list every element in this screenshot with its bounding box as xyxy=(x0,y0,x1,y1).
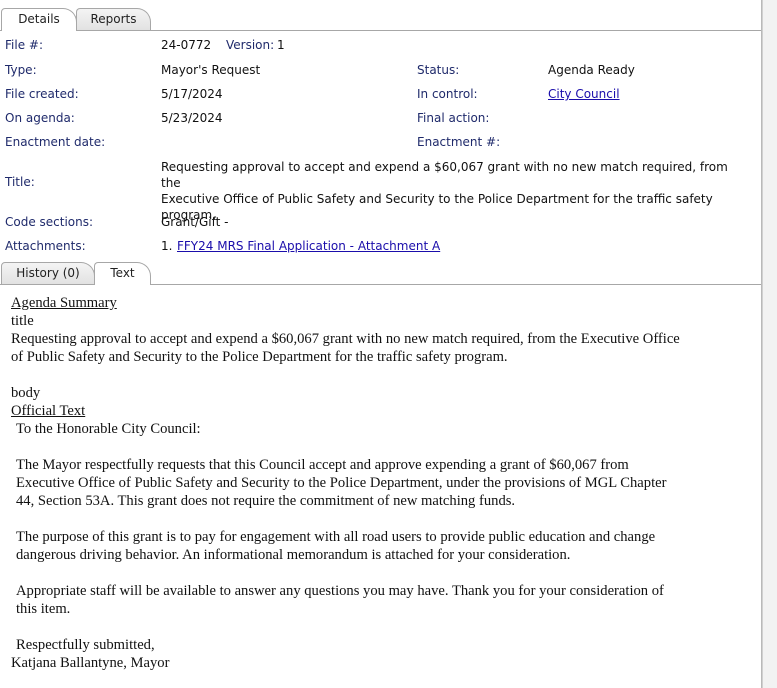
row-code-sections: Code sections: Grant/Gift - xyxy=(0,215,761,237)
para1-line-1: The Mayor respectfully requests that thi… xyxy=(16,457,629,473)
summary-line-2: of Public Safety and Security to the Pol… xyxy=(11,349,508,365)
para1-line-3: 44, Section 53A. This grant does not req… xyxy=(16,493,516,509)
title-line-2: Executive Office of Public Safety and Se… xyxy=(161,192,713,206)
title-marker: title xyxy=(11,313,34,329)
official-text-heading: Official Text xyxy=(11,403,86,419)
body-marker: body xyxy=(11,385,41,401)
file-number-value: 24-0772 xyxy=(161,38,212,52)
row-file-number: File #: 24-0772 Version: 1 xyxy=(0,38,761,60)
para2-line-2: dangerous driving behavior. An informati… xyxy=(16,547,571,563)
title-line-1: Requesting approval to accept and expend… xyxy=(161,160,728,190)
row-on-agenda: On agenda: 5/23/2024 Final action: xyxy=(0,111,761,133)
tab-details[interactable]: Details xyxy=(1,8,77,31)
vertical-scrollbar[interactable] xyxy=(762,0,777,688)
attachment-index: 1. xyxy=(161,239,173,253)
text-tabstrip: History (0) Text xyxy=(0,260,761,285)
summary-line-1: Requesting approval to accept and expend… xyxy=(11,331,680,347)
code-sections-value: Grant/Gift - xyxy=(161,215,229,229)
file-number-label: File #: xyxy=(5,38,43,52)
file-created-value: 5/17/2024 xyxy=(161,87,223,101)
on-agenda-value: 5/23/2024 xyxy=(161,111,223,125)
status-value: Agenda Ready xyxy=(548,63,635,77)
title-value: Requesting approval to accept and expend… xyxy=(161,159,751,223)
code-sections-label: Code sections: xyxy=(5,215,94,229)
version-value: 1 xyxy=(277,38,285,52)
version-label: Version: xyxy=(226,38,275,52)
attachments-label: Attachments: xyxy=(5,239,86,253)
attachment-link[interactable]: FFY24 MRS Final Application - Attachment… xyxy=(177,239,440,253)
in-control-link[interactable]: City Council xyxy=(548,87,620,101)
para2-line-1: The purpose of this grant is to pay for … xyxy=(16,529,656,545)
signature: Katjana Ballantyne, Mayor xyxy=(11,655,170,671)
status-label: Status: xyxy=(417,63,460,77)
tab-history[interactable]: History (0) xyxy=(1,262,95,284)
salutation: To the Honorable City Council: xyxy=(16,421,201,437)
legislation-detail-panel: Details Reports File #: 24-0772 Version:… xyxy=(0,0,762,688)
tab-reports[interactable]: Reports xyxy=(76,8,151,30)
enactment-number-label: Enactment #: xyxy=(417,135,501,149)
on-agenda-label: On agenda: xyxy=(5,111,75,125)
title-label: Title: xyxy=(5,175,35,189)
enactment-date-label: Enactment date: xyxy=(5,135,106,149)
row-attachments: Attachments: 1. FFY24 MRS Final Applicat… xyxy=(0,239,761,261)
para1-line-2: Executive Office of Public Safety and Se… xyxy=(16,475,667,491)
agenda-summary-heading: Agenda Summary xyxy=(11,295,117,311)
para3-line-2: this item. xyxy=(16,601,71,617)
detail-tabstrip: Details Reports xyxy=(0,6,761,31)
row-type: Type: Mayor's Request Status: Agenda Rea… xyxy=(0,63,761,85)
type-label: Type: xyxy=(5,63,37,77)
in-control-label: In control: xyxy=(417,87,478,101)
type-value: Mayor's Request xyxy=(161,63,261,77)
final-action-label: Final action: xyxy=(417,111,490,125)
closing: Respectfully submitted, xyxy=(16,637,155,653)
tab-text[interactable]: Text xyxy=(94,262,151,285)
para3-line-1: Appropriate staff will be available to a… xyxy=(16,583,664,599)
tabstrip-divider xyxy=(0,30,761,31)
file-created-label: File created: xyxy=(5,87,79,101)
row-enactment: Enactment date: Enactment #: xyxy=(0,135,761,157)
row-file-created: File created: 5/17/2024 In control: City… xyxy=(0,87,761,109)
